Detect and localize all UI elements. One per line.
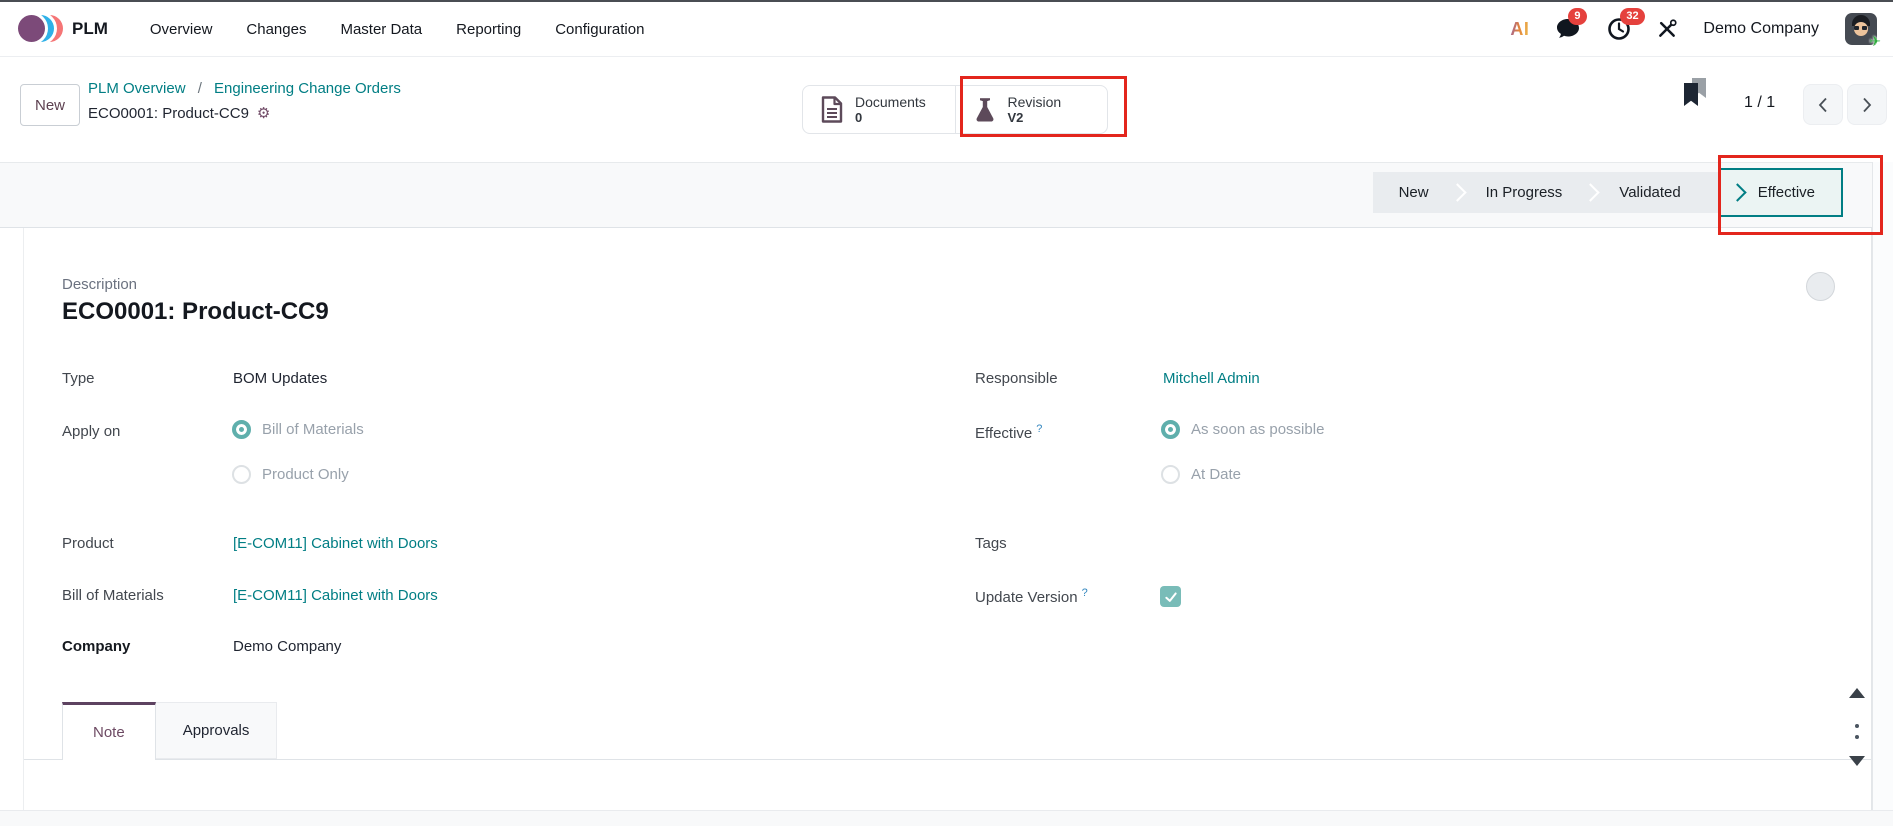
plane-icon: ✈ [1869,33,1881,50]
status-step-validated[interactable]: Validated [1597,184,1702,201]
update-version-label-text: Update Version [975,589,1078,606]
menu-configuration[interactable]: Configuration [555,21,644,38]
radio-selected-icon[interactable] [232,420,251,439]
apply-on-option-bom[interactable]: Bill of Materials [232,420,364,439]
pager-counter: 1 / 1 [1744,94,1775,112]
status-step-new[interactable]: New [1377,184,1451,201]
user-avatar[interactable]: ✈ [1845,13,1877,45]
status-step-in-progress[interactable]: In Progress [1464,184,1585,201]
update-version-checkbox[interactable] [1160,586,1181,607]
apply-on-option-product-only[interactable]: Product Only [232,465,349,484]
pager-previous-button[interactable] [1803,84,1843,125]
update-version-label: Update Version? [975,587,1088,606]
breadcrumb-separator: / [198,80,202,97]
tab-approvals[interactable]: Approvals [156,702,278,759]
bookmark-button[interactable] [1683,78,1709,113]
documents-count: 0 [855,110,926,125]
annotation-box-effective [1718,155,1883,235]
effective-label-text: Effective [975,425,1032,442]
effective-option-asap[interactable]: As soon as possible [1161,420,1324,439]
bottom-strip [0,810,1893,826]
checkmark-icon [1164,590,1178,604]
breadcrumb-plm-overview[interactable]: PLM Overview [88,80,186,97]
current-record-name: ECO0001: Product-CC9 [88,105,249,122]
bill-of-materials-value-link[interactable]: [E-COM11] Cabinet with Doors [233,587,438,604]
breadcrumb-eco-list[interactable]: Engineering Change Orders [214,80,401,97]
breadcrumb-current-record: ECO0001: Product-CC9 ⚙ [88,104,270,122]
activities-button[interactable]: 32 [1607,17,1631,41]
plm-app-window: PLM Overview Changes Master Data Reporti… [0,0,1893,826]
radio-unselected-icon[interactable] [232,465,251,484]
new-button[interactable]: New [20,84,80,126]
scroll-down-icon[interactable] [1849,756,1865,766]
plm-app-icon[interactable] [18,14,60,44]
effective-label: Effective? [975,423,1042,442]
radio-unselected-icon[interactable] [1161,465,1180,484]
systray: AI 9 32 [1510,13,1877,45]
avatar-glasses [1854,26,1859,30]
effective-option-asap-label: As soon as possible [1191,421,1324,438]
messages-button[interactable]: 9 [1555,17,1581,41]
breadcrumb: PLM Overview / Engineering Change Orders [88,80,401,97]
scrollbar-track[interactable] [1872,162,1893,826]
description-field-label: Description [62,276,137,293]
product-label: Product [62,535,114,552]
company-value[interactable]: Demo Company [233,638,341,655]
notebook-tabs: Note Approvals [24,702,1871,760]
logo-shape-purple [18,15,45,42]
scroll-dot [1855,735,1859,739]
document-icon [821,96,843,123]
responsible-value-link[interactable]: Mitchell Admin [1163,370,1260,387]
ai-assistant-icon[interactable]: AI [1510,19,1529,40]
radio-selected-icon[interactable] [1161,420,1180,439]
tags-label: Tags [975,535,1007,552]
type-value[interactable]: BOM Updates [233,370,327,387]
messages-badge: 9 [1568,8,1586,25]
menu-changes[interactable]: Changes [246,21,306,38]
help-icon[interactable]: ? [1082,587,1088,599]
main-menu: Overview Changes Master Data Reporting C… [150,21,645,38]
app-name[interactable]: PLM [72,19,108,39]
documents-label: Documents [855,95,926,110]
apply-on-label: Apply on [62,423,120,440]
chevron-left-icon [1818,97,1828,113]
bill-of-materials-label: Bill of Materials [62,587,164,604]
attention-indicator-circle[interactable] [1806,272,1835,301]
debug-tools-button[interactable] [1657,19,1677,39]
scroll-up-icon[interactable] [1849,688,1865,698]
pager-next-button[interactable] [1847,84,1887,125]
responsible-label: Responsible [975,370,1058,387]
chevron-right-icon [1862,97,1872,113]
help-icon[interactable]: ? [1036,423,1042,435]
apply-on-option-product-only-label: Product Only [262,466,349,483]
effective-option-at-date-label: At Date [1191,466,1241,483]
bookmark-icon [1683,78,1709,108]
tools-icon [1657,19,1677,39]
scroll-indicator[interactable] [1847,688,1869,778]
menu-master-data[interactable]: Master Data [340,21,422,38]
pager-buttons [1803,84,1887,125]
type-label: Type [62,370,95,387]
annotation-box-revision [960,76,1127,137]
company-label: Company [62,638,130,655]
statusbar-steps: New In Progress Validated [1373,172,1719,213]
documents-smart-button[interactable]: Documents 0 [803,86,955,133]
scroll-dot [1855,724,1859,728]
activities-badge: 32 [1620,8,1644,25]
tab-note[interactable]: Note [62,702,156,760]
top-navbar: PLM Overview Changes Master Data Reporti… [0,0,1893,57]
documents-button-text: Documents 0 [855,95,926,125]
eco-title[interactable]: ECO0001: Product-CC9 [62,298,329,326]
product-value-link[interactable]: [E-COM11] Cabinet with Doors [233,535,438,552]
menu-overview[interactable]: Overview [150,21,213,38]
apply-on-option-bom-label: Bill of Materials [262,421,364,438]
company-switcher[interactable]: Demo Company [1703,20,1819,38]
menu-reporting[interactable]: Reporting [456,21,521,38]
effective-option-at-date[interactable]: At Date [1161,465,1241,484]
gear-icon[interactable]: ⚙ [257,104,270,122]
